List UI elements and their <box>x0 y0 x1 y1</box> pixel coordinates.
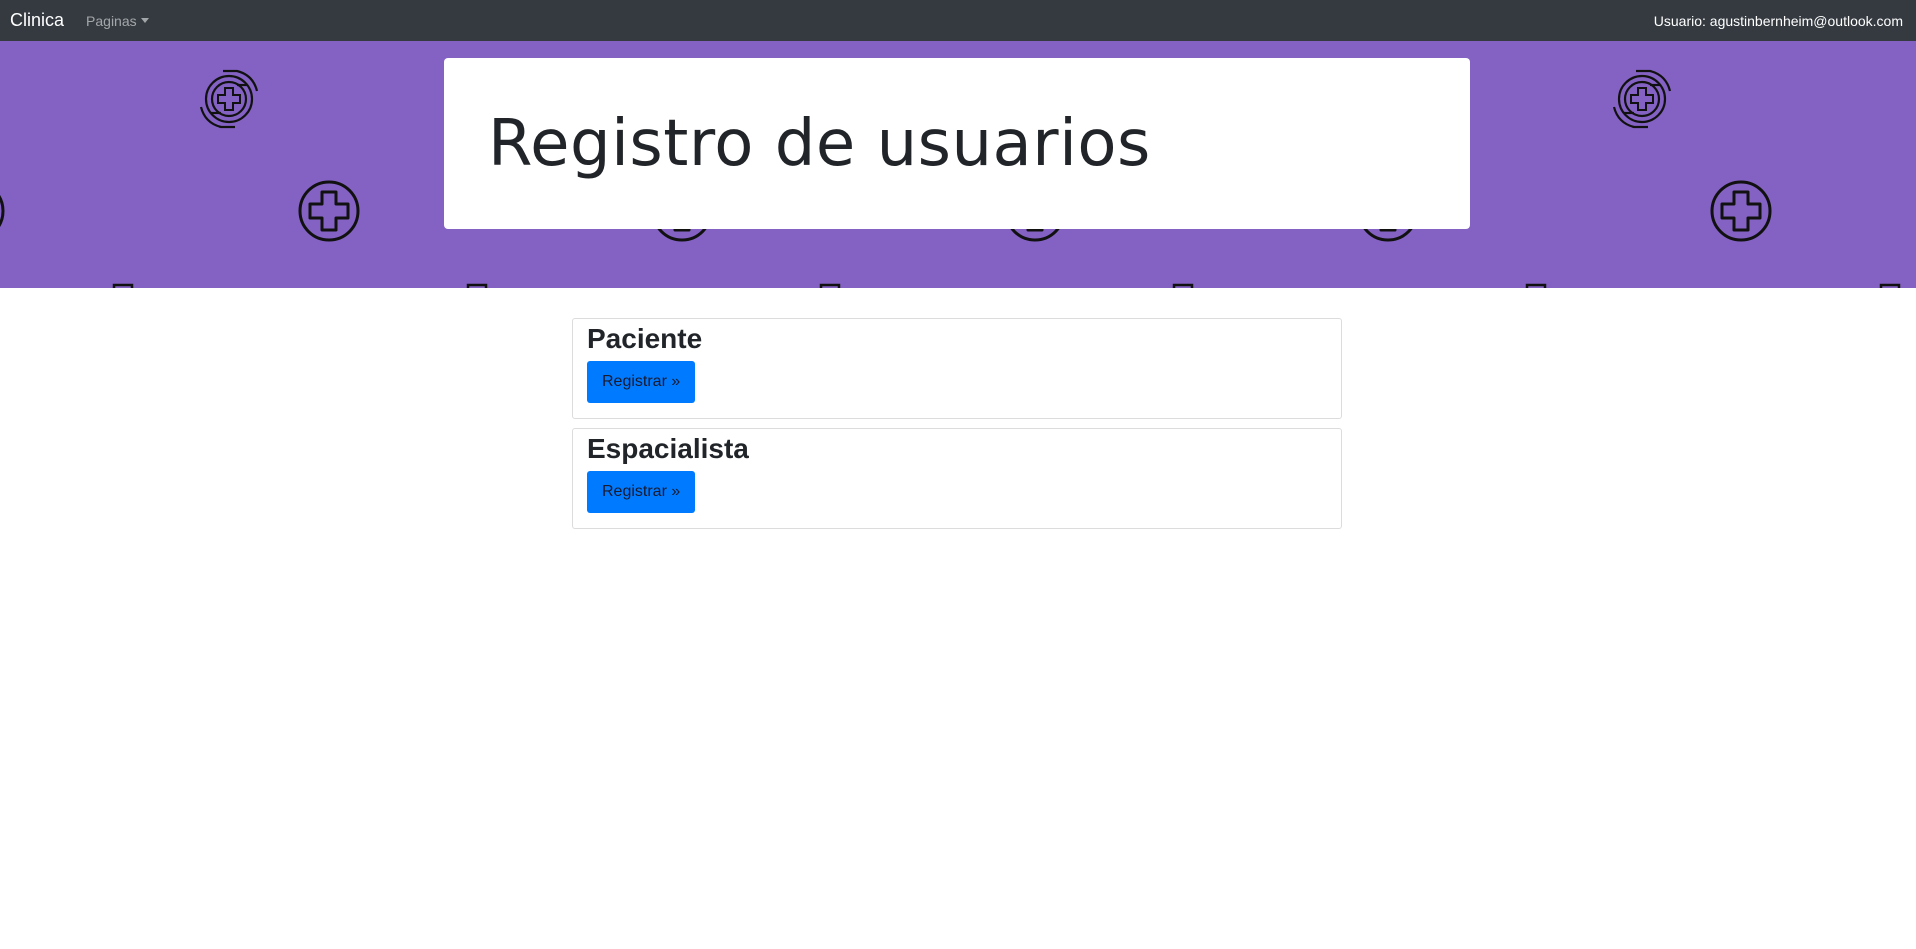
paginas-dropdown[interactable]: Paginas <box>86 13 149 29</box>
caret-down-icon <box>140 18 149 23</box>
card-paciente: Paciente Registrar » <box>572 318 1342 419</box>
register-paciente-button[interactable]: Registrar » <box>587 361 696 403</box>
hero-banner: Registro de usuarios <box>0 41 1916 288</box>
card-title: Paciente <box>587 323 703 354</box>
paginas-dropdown-label: Paginas <box>86 12 137 29</box>
page-title: Registro de usuarios <box>488 106 1151 181</box>
user-email-label: Usuario: agustinbernheim@outlook.com <box>1653 12 1903 29</box>
brand-link[interactable]: Clinica <box>10 10 64 31</box>
card-title: Espacialista <box>587 433 749 464</box>
top-navbar: Clinica Paginas Usuario: agustinbernheim… <box>0 0 1916 41</box>
card-especialista: Espacialista Registrar » <box>572 428 1342 529</box>
jumbotron: Registro de usuarios <box>444 58 1470 229</box>
register-especialista-button[interactable]: Registrar » <box>587 471 696 513</box>
